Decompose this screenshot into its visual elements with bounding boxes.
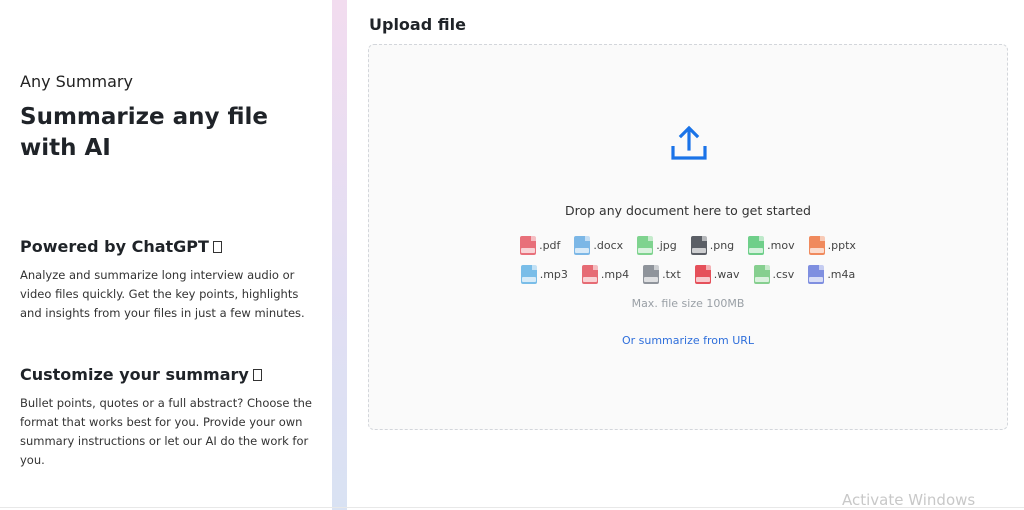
file-type-icon [808, 236, 825, 255]
file-type-icon [637, 236, 654, 255]
file-type-label: .pdf [539, 239, 561, 252]
file-type-icon [520, 265, 537, 284]
file-type-icon [808, 265, 825, 284]
file-type-icon [574, 236, 591, 255]
file-type-label: .wav [713, 268, 740, 281]
file-type-item: .m4a [808, 265, 855, 284]
powered-by-description: Analyze and summarize long interview aud… [20, 268, 305, 320]
missing-glyph-icon [212, 241, 222, 253]
file-type-item: .pptx [808, 236, 856, 255]
file-type-item: .mp3 [520, 265, 568, 284]
file-type-icon [643, 265, 660, 284]
file-type-label: .mov [767, 239, 795, 252]
drop-instructions: Drop any document here to get started [565, 203, 811, 218]
file-type-label: .csv [772, 268, 795, 281]
file-type-item: .mov [748, 236, 795, 255]
file-type-icon [748, 236, 765, 255]
file-type-item: .wav [694, 265, 740, 284]
file-type-item: .docx [574, 236, 623, 255]
powered-by-title: Powered by ChatGPT [20, 237, 222, 256]
file-type-item: .mp4 [581, 265, 630, 284]
page-headline: Summarize any file with AI [20, 104, 269, 161]
file-type-icon [753, 265, 770, 284]
file-type-icon [581, 265, 598, 284]
file-type-label: .jpg [656, 239, 677, 252]
file-type-label: .mp4 [600, 268, 630, 281]
file-type-item: .txt [643, 265, 681, 284]
file-type-item: .csv [753, 265, 795, 284]
file-type-icon [520, 236, 537, 255]
file-type-item: .jpg [637, 236, 677, 255]
left-panel: Any Summary Summarize any file with AI P… [0, 0, 332, 510]
file-type-label: .txt [662, 268, 681, 281]
file-type-icon [694, 265, 711, 284]
file-type-label: .pptx [827, 239, 856, 252]
max-file-size: Max. file size 100MB [631, 297, 745, 310]
summarize-from-url-link[interactable]: Or summarize from URL [368, 334, 1008, 347]
customize-description: Bullet points, quotes or a full abstract… [20, 396, 312, 467]
file-type-item: .pdf [520, 236, 560, 255]
brand-name: Any Summary [20, 72, 133, 91]
file-types-row-1: .pdf .docx .jpg .png .mov .pptx [368, 236, 1008, 255]
file-type-label: .mp3 [539, 268, 568, 281]
file-types-row-2: .mp3 .mp4 .txt .wav .csv .m4a [368, 265, 1008, 284]
file-type-label: .png [709, 239, 735, 252]
file-type-item: .png [690, 236, 735, 255]
customize-title: Customize your summary [20, 365, 262, 384]
gradient-divider [332, 0, 347, 510]
bottom-border [0, 507, 1024, 508]
upload-arrow-icon[interactable] [670, 125, 708, 161]
missing-glyph-icon [252, 369, 262, 381]
file-type-label: .m4a [827, 268, 856, 281]
file-type-icon [690, 236, 707, 255]
upload-title: Upload file [369, 15, 466, 34]
file-type-label: .docx [593, 239, 624, 252]
